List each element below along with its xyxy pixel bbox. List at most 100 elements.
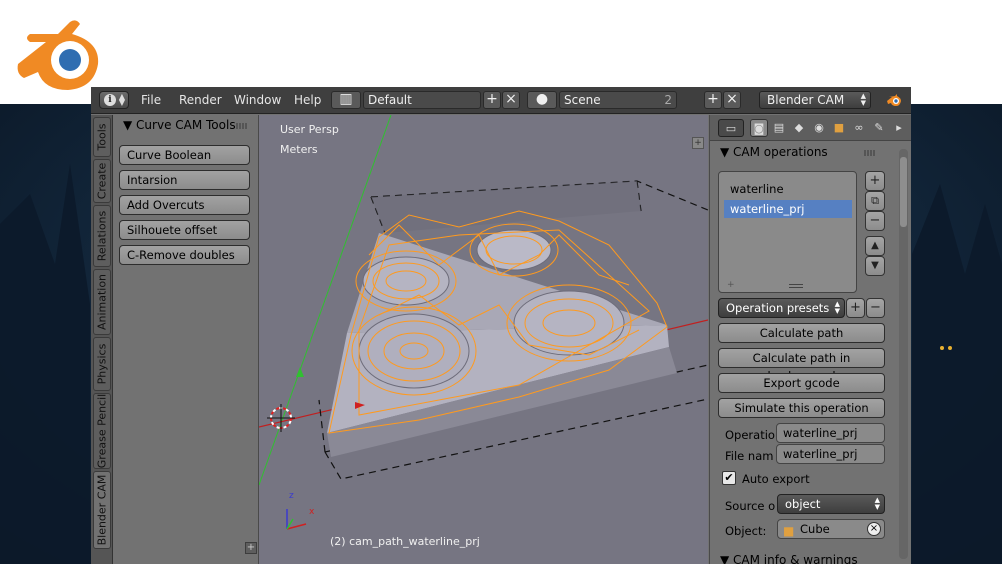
add-layout-icon[interactable]: + <box>483 91 501 109</box>
gizmo-x-label: x <box>309 507 315 517</box>
tab-tools[interactable]: Tools <box>93 117 111 157</box>
calculate-path-button[interactable]: Calculate path <box>718 323 885 343</box>
updown-arrows-icon: ▲ ▼ <box>834 300 840 315</box>
view-name-label: User Persp <box>280 123 339 136</box>
screen-layout-field[interactable]: Default <box>363 91 481 109</box>
auto-export-checkbox[interactable]: ✔ <box>722 471 736 485</box>
export-gcode-button[interactable]: Export gcode <box>718 373 885 393</box>
cam-operations-header[interactable]: ▼ CAM operations <box>720 145 828 159</box>
object-value: Cube <box>800 522 830 536</box>
updown-arrows-icon: ▲ ▼ <box>118 92 125 107</box>
add-preset-button[interactable]: + <box>846 298 865 318</box>
units-label: Meters <box>280 143 318 156</box>
tool-shelf-tabs: Tools Create Relations Animation Physics… <box>91 115 113 564</box>
add-panel-icon[interactable]: + <box>245 542 257 554</box>
menu-window[interactable]: Window <box>234 93 281 107</box>
blender-small-logo-icon[interactable] <box>886 92 902 108</box>
tab-blender-cam[interactable]: Blender CAM <box>93 471 111 549</box>
properties-editor-type-button[interactable]: ▭ <box>718 119 744 137</box>
auto-export-label: Auto export <box>742 472 810 486</box>
move-down-button[interactable]: ▼ <box>865 256 885 276</box>
menu-render[interactable]: Render <box>179 93 222 107</box>
tab-physics[interactable]: Physics <box>93 337 111 391</box>
add-overcuts-button[interactable]: Add Overcuts <box>119 195 250 215</box>
gizmo-z-label: z <box>289 491 294 501</box>
scene-tab-icon[interactable]: ◆ <box>790 119 808 137</box>
scene-name: Scene <box>564 93 601 107</box>
screen-layout-icon[interactable]: ▥ <box>331 91 361 109</box>
calculate-path-background-button[interactable]: Calculate path in background <box>718 348 885 383</box>
object-info-label: (2) cam_path_waterline_prj <box>330 535 480 548</box>
updown-arrows-icon: ▲ ▼ <box>874 496 880 511</box>
more-tabs-icon[interactable]: ▸ <box>890 119 908 137</box>
render-engine-select[interactable]: Blender CAM ▲ ▼ <box>759 91 871 109</box>
remove-operation-button[interactable]: − <box>865 211 885 231</box>
file-name-label: File nam <box>725 449 774 463</box>
tab-animation[interactable]: Animation <box>93 269 111 335</box>
operation-name-label: Operatio <box>725 428 775 442</box>
operations-list[interactable]: waterline waterline_prj + <box>718 171 857 293</box>
list-item[interactable]: waterline <box>724 180 852 198</box>
constraints-tab-icon[interactable]: ∞ <box>850 119 868 137</box>
object-tab-icon[interactable]: ■ <box>830 119 848 137</box>
tab-create[interactable]: Create <box>93 159 111 203</box>
scrollbar-thumb[interactable] <box>900 157 907 227</box>
axis-gizmo <box>286 509 307 530</box>
c-remove-doubles-button[interactable]: C-Remove doubles <box>119 245 250 265</box>
menu-help[interactable]: Help <box>294 93 321 107</box>
file-name-field[interactable]: waterline_prj <box>776 444 885 464</box>
object-label: Object: <box>725 524 767 538</box>
editor-type-button[interactable]: i ▲ ▼ <box>99 91 129 109</box>
presets-label: Operation presets <box>726 301 830 315</box>
render-layers-icon[interactable]: ▤ <box>770 119 788 137</box>
properties-tabs: ▭ ◙ ▤ ◆ ◉ ■ ∞ ✎ ▸ <box>710 115 911 141</box>
modifiers-tab-icon[interactable]: ✎ <box>870 119 888 137</box>
intarsion-button[interactable]: Intarsion <box>119 170 250 190</box>
tab-relations[interactable]: Relations <box>93 205 111 267</box>
remove-layout-icon[interactable]: × <box>502 91 520 109</box>
source-label: Source o <box>725 499 776 513</box>
source-value: object <box>785 497 821 511</box>
add-operation-button[interactable]: + <box>865 171 885 191</box>
cube-icon: ■ <box>783 524 795 538</box>
curve-boolean-button[interactable]: Curve Boolean <box>119 145 250 165</box>
world-tab-icon[interactable]: ◉ <box>810 119 828 137</box>
panel-title: Curve CAM Tools <box>136 118 236 132</box>
blender-logo <box>10 12 108 92</box>
list-item-selected[interactable]: waterline_prj <box>724 200 852 218</box>
operation-name-field[interactable]: waterline_prj <box>776 423 885 443</box>
render-engine-label: Blender CAM <box>767 93 845 107</box>
operation-presets-select[interactable]: Operation presets ▲ ▼ <box>718 298 845 318</box>
silhouete-offset-button[interactable]: Silhouete offset <box>119 220 250 240</box>
remove-scene-icon[interactable]: × <box>723 91 741 109</box>
cam-info-warnings-header[interactable]: ▼ CAM info & warnings <box>720 553 858 564</box>
copy-operation-button[interactable]: ⧉ <box>865 191 885 211</box>
updown-arrows-icon: ▲ ▼ <box>860 92 866 107</box>
3d-viewport[interactable]: User Persp Meters (2) cam_path_waterline… <box>259 115 708 564</box>
add-scene-icon[interactable]: + <box>704 91 722 109</box>
menu-file[interactable]: File <box>141 93 161 107</box>
remove-preset-button[interactable]: − <box>866 298 885 318</box>
blender-window: i ▲ ▼ File Render Window Help ▥ Default +… <box>91 87 911 564</box>
panel-title: CAM operations <box>733 145 828 159</box>
panel-grip-icon[interactable] <box>864 150 876 156</box>
viewport-properties-toggle-icon[interactable]: + <box>692 137 704 149</box>
object-field[interactable]: ■ Cube × <box>777 519 885 539</box>
scene-name-field[interactable]: Scene 2 <box>559 91 677 109</box>
source-select[interactable]: object ▲ ▼ <box>777 494 885 514</box>
properties-editor: ▭ ◙ ▤ ◆ ◉ ■ ∞ ✎ ▸ ▼ CAM operations water… <box>709 115 911 564</box>
render-tab-camera-icon[interactable]: ◙ <box>750 119 768 137</box>
curve-cam-tools-header[interactable]: ▼ Curve CAM Tools <box>123 118 236 132</box>
info-header: i ▲ ▼ File Render Window Help ▥ Default +… <box>91 87 911 114</box>
tool-shelf: ▼ Curve CAM Tools Curve Boolean Intarsio… <box>113 115 259 564</box>
clear-object-icon[interactable]: × <box>867 522 881 536</box>
3d-cursor <box>267 404 295 432</box>
scene-icon[interactable]: ● <box>527 91 557 109</box>
tab-grease-pencil[interactable]: Grease Pencil <box>93 393 111 469</box>
list-grip-icon[interactable] <box>789 284 803 288</box>
panel-grip-icon[interactable] <box>236 123 248 129</box>
list-resize-icon[interactable]: + <box>727 280 735 290</box>
simulate-operation-button[interactable]: Simulate this operation <box>718 398 885 418</box>
properties-scrollbar[interactable] <box>899 149 908 559</box>
move-up-button[interactable]: ▲ <box>865 236 885 256</box>
